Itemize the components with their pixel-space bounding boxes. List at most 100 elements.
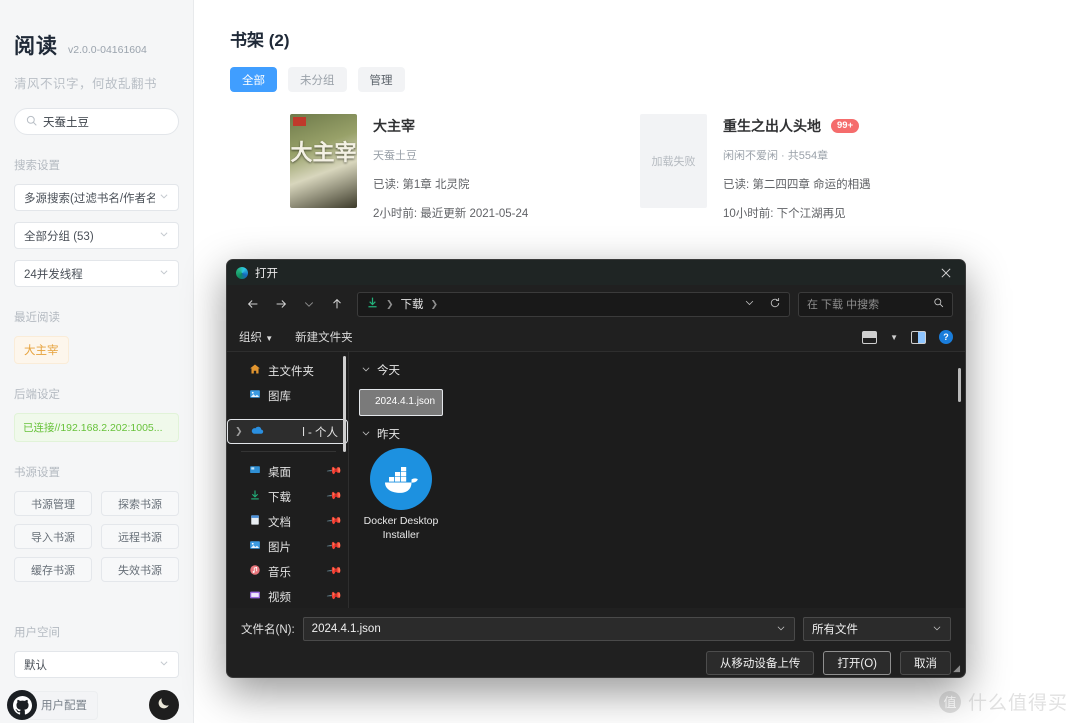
forward-icon[interactable] bbox=[267, 290, 295, 318]
nav-item-label: l - 个人 bbox=[302, 426, 338, 439]
cancel-button[interactable]: 取消 bbox=[900, 651, 951, 675]
nav-item-label: 下载 bbox=[268, 491, 291, 504]
dialog-titlebar: 打开 bbox=[227, 260, 965, 285]
nav-item-gallery[interactable]: 图库 bbox=[227, 383, 348, 408]
select-threads[interactable]: 24并发线程 bbox=[14, 260, 179, 287]
chevron-down-icon bbox=[932, 623, 942, 636]
select-group[interactable]: 全部分组 (53) bbox=[14, 222, 179, 249]
app-sidebar: 阅读 v2.0.0-04161604 清风不识字，何故乱翻书 天蚕土豆 搜索设置… bbox=[0, 0, 194, 723]
book-source-settings-label: 书源设置 bbox=[14, 467, 60, 479]
select-user-space[interactable]: 默认 bbox=[14, 651, 179, 678]
nav-item-music[interactable]: 音乐 📌 bbox=[227, 559, 348, 584]
home-icon bbox=[249, 363, 261, 378]
pin-icon[interactable]: 📌 bbox=[325, 538, 342, 554]
github-icon bbox=[7, 690, 37, 720]
nav-item-videos[interactable]: 视频 📌 bbox=[227, 584, 348, 608]
recent-locations-chevron-down-icon[interactable] bbox=[295, 290, 323, 318]
nav-pane-scrollbar[interactable] bbox=[343, 356, 346, 452]
close-icon[interactable] bbox=[927, 260, 965, 285]
status-badge[interactable]: 已连接//192.168.2.202:1005... bbox=[14, 413, 179, 442]
new-folder-button[interactable]: 新建文件夹 bbox=[295, 329, 353, 345]
nav-item-downloads[interactable]: 下载 📌 bbox=[227, 484, 348, 509]
nav-item-desktop[interactable]: 桌面 📌 bbox=[227, 459, 348, 484]
filename-input[interactable]: 2024.4.1.json bbox=[302, 617, 795, 641]
book-cover[interactable]: 大主宰 bbox=[290, 114, 357, 208]
book-title[interactable]: 重生之出人头地 bbox=[723, 116, 821, 136]
file-item[interactable]: Docker Desktop Installer bbox=[359, 448, 443, 543]
nav-divider bbox=[241, 451, 336, 452]
tab-manage[interactable]: 管理 bbox=[357, 67, 405, 92]
nav-item-label: 主文件夹 bbox=[268, 365, 314, 378]
source-explore-button[interactable]: 探索书源 bbox=[101, 491, 179, 516]
tab-all[interactable]: 全部 bbox=[230, 67, 277, 92]
organize-menu[interactable]: 组织 ▼ bbox=[239, 329, 273, 345]
pin-icon[interactable]: 📌 bbox=[325, 488, 342, 504]
address-bar[interactable]: ❯ 下载 ❯ bbox=[357, 291, 790, 317]
file-item[interactable]: 2024.4.1.json bbox=[359, 389, 443, 416]
user-config-label: 用户配置 bbox=[41, 700, 87, 712]
pin-icon[interactable]: 📌 bbox=[325, 588, 342, 604]
gallery-icon bbox=[249, 388, 261, 403]
nav-item-label: 桌面 bbox=[268, 466, 291, 479]
list-item[interactable]: 大主宰 大主宰 天蚕土豆 已读: 第1章 北灵院 2小时前: 最近更新 2021… bbox=[230, 114, 640, 221]
source-invalid-button[interactable]: 失效书源 bbox=[101, 557, 179, 582]
preview-pane-icon[interactable] bbox=[911, 330, 926, 344]
book-progress: 已读: 第1章 北灵院 bbox=[373, 179, 470, 191]
select-threads-value: 24并发线程 bbox=[24, 268, 83, 281]
expand-chevron-right-icon[interactable]: ❯ bbox=[235, 426, 243, 437]
theme-toggle-button[interactable] bbox=[149, 690, 179, 720]
unread-count-badge: 99+ bbox=[831, 118, 860, 134]
chevron-down-icon bbox=[361, 364, 371, 376]
book-list: 大主宰 大主宰 天蚕土豆 已读: 第1章 北灵院 2小时前: 最近更新 2021… bbox=[230, 114, 1080, 221]
group-header-yesterday[interactable]: 昨天 bbox=[361, 426, 965, 442]
refresh-icon[interactable] bbox=[769, 297, 781, 312]
shelf-tabs: 全部 未分组 管理 bbox=[230, 67, 1080, 92]
nav-item-documents[interactable]: 文档 📌 bbox=[227, 509, 348, 534]
file-list-scrollbar[interactable] bbox=[958, 368, 961, 402]
resize-grip[interactable]: ◢ bbox=[953, 663, 960, 674]
address-chevron-down-icon[interactable] bbox=[744, 297, 755, 311]
tab-ungrouped[interactable]: 未分组 bbox=[288, 67, 347, 92]
chevron-down-icon bbox=[776, 623, 786, 636]
pin-icon[interactable]: 📌 bbox=[325, 513, 342, 529]
nav-item-onedrive-personal[interactable]: ❯ l - 个人 bbox=[227, 419, 348, 444]
upload-from-mobile-button[interactable]: 从移动设备上传 bbox=[705, 651, 815, 675]
dialog-body: 主文件夹 图库 ❯ l - 个人 桌面 📌 下载 📌 文档 📌 图片 📌 音乐 … bbox=[227, 351, 965, 608]
select-search-mode[interactable]: 多源搜索(过滤书名/作者名) bbox=[14, 184, 179, 211]
source-import-button[interactable]: 导入书源 bbox=[14, 524, 92, 549]
page-title: 书架 (2) bbox=[230, 31, 290, 50]
pin-icon[interactable]: 📌 bbox=[325, 563, 342, 579]
view-layout-icon[interactable] bbox=[862, 330, 878, 344]
book-cover[interactable]: 加载失败 bbox=[640, 114, 707, 208]
list-item[interactable]: 加载失败 重生之出人头地 99+ 闲闲不爱闲 · 共554章 已读: 第二四四章… bbox=[640, 114, 1040, 221]
book-title[interactable]: 大主宰 bbox=[373, 116, 415, 136]
filename-row: 文件名(N): 2024.4.1.json 所有文件 bbox=[241, 617, 951, 641]
breadcrumb-separator: ❯ bbox=[386, 298, 394, 309]
watermark: 值 什么值得买 bbox=[938, 688, 1068, 715]
recent-book-chip[interactable]: 大主宰 bbox=[14, 336, 69, 364]
moon-icon bbox=[157, 695, 172, 715]
back-icon[interactable] bbox=[239, 290, 267, 318]
breadcrumb[interactable]: 下载 bbox=[401, 296, 424, 312]
search-input-value: 天蚕土豆 bbox=[43, 116, 89, 129]
open-button[interactable]: 打开(O) bbox=[823, 651, 891, 675]
chevron-down-icon bbox=[159, 191, 169, 204]
view-chevron-down-icon[interactable]: ▼ bbox=[890, 333, 898, 342]
up-icon[interactable] bbox=[323, 290, 351, 318]
app-title: 阅读 bbox=[14, 35, 58, 58]
group-header-today[interactable]: 今天 bbox=[361, 362, 965, 378]
source-manage-button[interactable]: 书源管理 bbox=[14, 491, 92, 516]
nav-item-home[interactable]: 主文件夹 bbox=[227, 358, 348, 383]
nav-item-pictures[interactable]: 图片 📌 bbox=[227, 534, 348, 559]
book-info: 大主宰 天蚕土豆 已读: 第1章 北灵院 2小时前: 最近更新 2021-05-… bbox=[373, 114, 528, 221]
search-input[interactable]: 天蚕土豆 bbox=[14, 108, 179, 135]
user-config-button[interactable]: 用户配置 bbox=[7, 690, 98, 720]
source-cache-button[interactable]: 缓存书源 bbox=[14, 557, 92, 582]
dialog-search-input[interactable]: 在 下载 中搜索 bbox=[798, 291, 953, 317]
pin-icon[interactable]: 📌 bbox=[325, 463, 342, 479]
help-icon[interactable]: ? bbox=[939, 330, 953, 344]
filetype-select[interactable]: 所有文件 bbox=[803, 617, 951, 641]
group-label: 今天 bbox=[377, 365, 400, 377]
source-remote-button[interactable]: 远程书源 bbox=[101, 524, 179, 549]
book-title-row: 大主宰 bbox=[373, 116, 528, 136]
